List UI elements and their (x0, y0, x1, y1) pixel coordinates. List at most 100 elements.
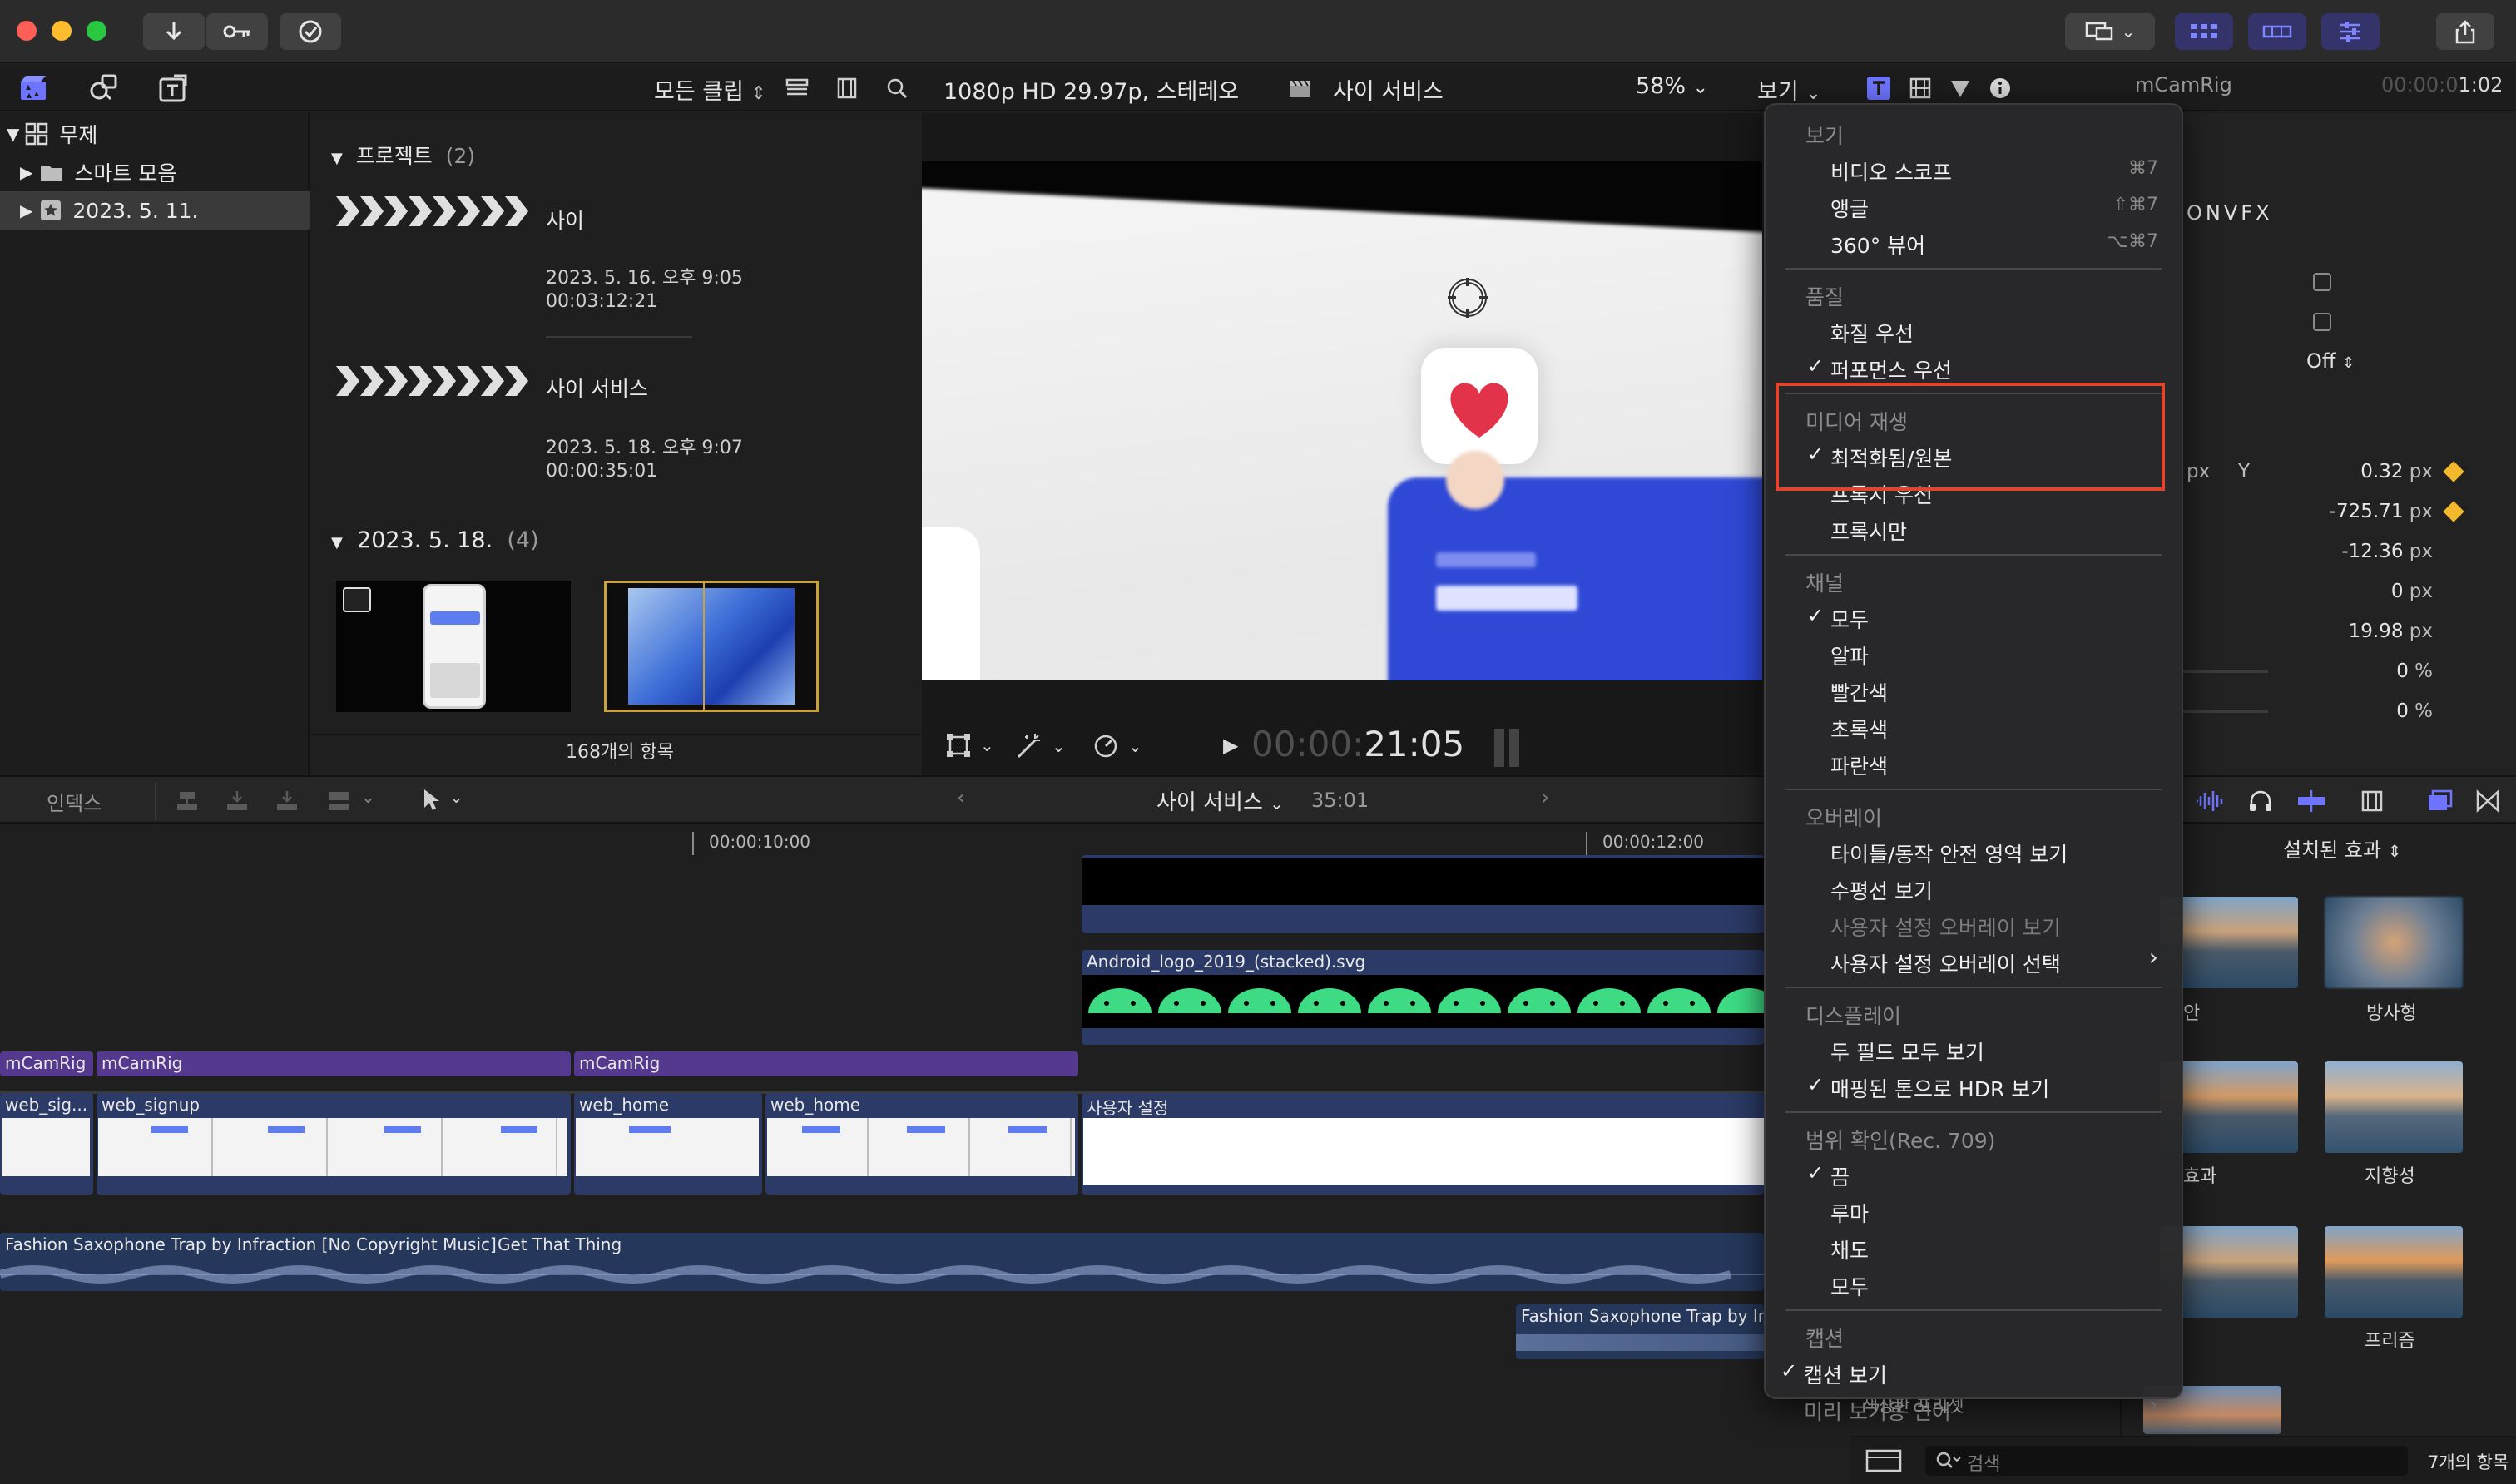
menu-item[interactable]: 빨간색 (1766, 672, 2182, 709)
timeline-video-clip[interactable]: web_home (574, 1093, 762, 1195)
timeline-video-clip[interactable]: web_signup (97, 1093, 571, 1195)
timeline-clip[interactable] (1082, 855, 1764, 933)
timecode-display[interactable]: 00:00:21:05 (1251, 724, 1464, 764)
snapping-icon[interactable] (2295, 789, 2328, 814)
project-thumbnail-icon[interactable] (336, 195, 532, 228)
timeline-title-clip[interactable]: mCamRig (574, 1051, 1078, 1076)
timeline-audio-clip[interactable]: Fashion Saxophone Trap by Infr (1516, 1304, 1764, 1359)
effect-thumbnail[interactable] (2325, 1061, 2463, 1153)
photos-audio-icon[interactable] (85, 70, 121, 106)
enhancement-tools[interactable]: ⌄ (1015, 732, 1066, 760)
menu-item[interactable]: 채도 (1766, 1229, 2182, 1266)
clip-thumbnail-wallpaper[interactable] (604, 581, 819, 712)
effect-thumbnail[interactable] (2325, 897, 2463, 988)
clip-filter-dropdown[interactable]: 모든 클립 ⇕ (654, 73, 766, 106)
project-thumbnail-icon[interactable] (336, 364, 532, 398)
inspector-checkbox[interactable] (2313, 313, 2331, 331)
filmstrip-height-icon[interactable] (779, 70, 815, 106)
timeline-toggle-button[interactable] (2248, 13, 2306, 50)
clip-appearance-icon[interactable] (2360, 789, 2385, 814)
inspector-slider[interactable] (2182, 710, 2268, 713)
effects-search-input[interactable]: 검색 (1925, 1446, 2408, 1476)
inspector-slider[interactable] (2182, 670, 2268, 673)
inspector-value[interactable]: 0 % (2250, 660, 2433, 682)
menu-item[interactable]: 화질 우선 (1766, 313, 2182, 349)
select-tool-icon[interactable] (419, 787, 441, 814)
menu-item[interactable]: ✓ 모두 (1766, 599, 2182, 636)
menu-item[interactable]: ✓ 퍼포먼스 우선 (1766, 349, 2182, 386)
timeline-video-clip[interactable]: 사용자 설정 (1082, 1093, 1764, 1195)
date-group-header[interactable]: ▼ 2023. 5. 18. (4) (331, 527, 539, 553)
minimize-window-button[interactable] (52, 21, 72, 41)
timeline-project-menu[interactable]: 사이 서비스 ⌄ (1156, 785, 1284, 816)
inspector-value[interactable]: -12.36 px (2250, 541, 2433, 562)
menu-item[interactable]: 두 필드 모두 보기 (1766, 1031, 2182, 1068)
color-inspector-icon[interactable] (1942, 70, 1979, 106)
timeline-title-clip[interactable]: mCamRig (0, 1051, 93, 1076)
projects-group-header[interactable]: ▼ 프로젝트 (2) (331, 140, 475, 170)
history-back-icon[interactable]: ‹ (957, 785, 965, 810)
film-icon[interactable] (829, 70, 865, 106)
keywords-button[interactable] (206, 13, 268, 50)
menu-item[interactable]: ✓ 끔 (1766, 1156, 2182, 1193)
library-item-event[interactable]: ▶ 2023. 5. 11. (0, 191, 310, 230)
timeline-video-clip[interactable]: web_home (765, 1093, 1078, 1195)
effects-filter-dropdown[interactable]: 설치된 효과 ⇕ (2283, 834, 2401, 863)
menu-item[interactable]: 루마 (1766, 1193, 2182, 1229)
chevron-down-icon[interactable]: ⌄ (449, 787, 463, 807)
library-item-untitled[interactable]: ▼ 무제 (0, 115, 310, 153)
titles-generators-icon[interactable] (155, 70, 191, 106)
chevron-down-icon[interactable]: ⌄ (361, 787, 375, 807)
headphones-icon[interactable] (2248, 789, 2273, 814)
overwrite-clip-icon[interactable] (326, 789, 351, 814)
title-inspector-icon[interactable] (1860, 70, 1897, 106)
menu-item[interactable]: 알파 (1766, 636, 2182, 672)
zoom-window-button[interactable] (87, 21, 106, 41)
timeline-ruler[interactable]: 00:00:10:00 00:00:12:00 (0, 825, 1764, 858)
timeline-title-clip[interactable]: mCamRig (97, 1051, 571, 1076)
menu-item[interactable]: 360° 뷰어 ⌥⌘7 (1766, 225, 2182, 261)
inspector-value[interactable]: 0 px (2250, 581, 2433, 602)
menu-item[interactable]: 앵글 ⇧⌘7 (1766, 188, 2182, 225)
menu-item[interactable]: 파란색 (1766, 745, 2182, 782)
import-button[interactable] (143, 13, 205, 50)
share-button[interactable] (2436, 13, 2494, 50)
connect-clip-icon[interactable] (175, 789, 200, 814)
menu-item[interactable]: 비디오 스코프 ⌘7 (1766, 151, 2182, 188)
append-clip-icon[interactable] (275, 789, 300, 814)
audio-waveform-icon[interactable] (2193, 789, 2226, 814)
index-button[interactable]: 인덱스 (47, 787, 102, 816)
menu-item[interactable]: 타이틀/동작 안전 영역 보기 (1766, 834, 2182, 870)
video-inspector-icon[interactable] (1902, 70, 1939, 106)
inspector-value[interactable]: 19.98 px (2250, 621, 2433, 642)
history-forward-icon[interactable]: › (1541, 785, 1549, 810)
clip-thumbnail-phone[interactable] (336, 581, 571, 712)
inspector-value[interactable]: 0 % (2250, 700, 2433, 722)
menu-item[interactable]: ✓ 매핑된 톤으로 HDR 보기 (1766, 1068, 2182, 1105)
insert-clip-icon[interactable] (225, 789, 250, 814)
transitions-browser-icon[interactable] (2474, 789, 2501, 814)
effects-browser-icon[interactable] (2426, 789, 2453, 814)
workspace-button[interactable]: ⌄ (2065, 13, 2155, 50)
library-item-smart-collections[interactable]: ▶ 스마트 모음 (0, 153, 310, 191)
libraries-icon[interactable] (15, 70, 52, 106)
zoom-dropdown[interactable]: 58% ⌄ (1636, 73, 1708, 99)
inspector-checkbox[interactable] (2313, 273, 2331, 291)
view-menu-button[interactable]: 보기 ⌄ (1757, 73, 1821, 106)
menu-item[interactable]: ✓ 캡션 보기 (1766, 1354, 2182, 1391)
retime-tools[interactable]: ⌄ (1092, 732, 1142, 760)
sidebar-toggle-icon[interactable] (1864, 1447, 1904, 1474)
menu-item[interactable]: 초록색 (1766, 709, 2182, 745)
keyframe-diamond-icon[interactable] (2443, 461, 2464, 482)
menu-item[interactable]: 모두 (1766, 1266, 2182, 1303)
timeline-audio-clip[interactable]: Fashion Saxophone Trap by Infraction [No… (0, 1233, 1764, 1291)
inspector-value[interactable]: -725.71 px (2250, 501, 2433, 522)
menu-item[interactable]: 프록시만 (1766, 511, 2182, 547)
effect-thumbnail[interactable] (2325, 1226, 2463, 1318)
close-window-button[interactable] (17, 21, 37, 41)
browser-toggle-button[interactable] (2175, 13, 2233, 50)
info-icon[interactable] (1982, 70, 2018, 106)
timeline-video-clip[interactable]: web_sig... (0, 1093, 93, 1195)
inspector-popup[interactable]: Off ⇕ (2306, 349, 2355, 373)
menu-item[interactable]: 사용자 설정 오버레이 선택 › (1766, 943, 2182, 980)
